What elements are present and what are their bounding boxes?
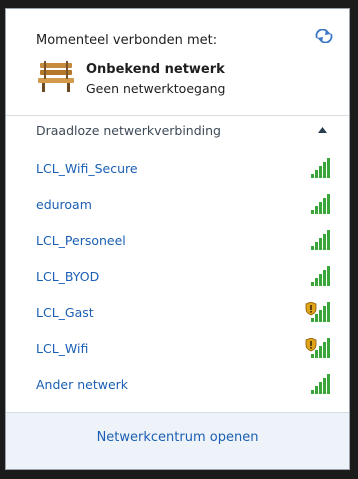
network-name: LCL_Personeel <box>36 233 126 248</box>
refresh-icon[interactable] <box>315 29 333 43</box>
current-network-name: Onbekend netwerk <box>86 62 225 77</box>
network-name: LCL_Gast <box>36 305 94 320</box>
wireless-section-title: Draadloze netwerkverbinding <box>36 123 221 138</box>
shield-warning-icon <box>305 302 317 316</box>
network-item[interactable]: LCL_Wifi_Secure <box>6 153 349 189</box>
network-name: Ander netwerk <box>36 377 129 392</box>
shield-warning-icon <box>305 338 317 352</box>
chevron-up-icon[interactable] <box>318 127 327 133</box>
signal-bars-icon <box>311 266 330 286</box>
current-network-status: Geen netwerktoegang <box>86 81 226 96</box>
open-network-center-link[interactable]: Netwerkcentrum openen <box>6 430 349 445</box>
signal-bars-icon <box>311 230 330 250</box>
network-name: LCL_Wifi <box>36 341 89 356</box>
network-name: eduroam <box>36 197 92 212</box>
network-item[interactable]: LCL_Wifi <box>6 333 349 369</box>
footer: Netwerkcentrum openen <box>6 412 349 469</box>
signal-bars-icon <box>311 194 330 214</box>
network-item[interactable]: eduroam <box>6 189 349 225</box>
signal-bars-icon <box>311 158 330 178</box>
network-item[interactable]: LCL_Gast <box>6 297 349 333</box>
signal-bars-icon <box>311 374 330 394</box>
network-item[interactable]: Ander netwerk <box>6 369 349 405</box>
signal-bars-icon <box>305 338 330 358</box>
current-connection: Momenteel verbonden met: Onbekend netwer… <box>6 9 349 116</box>
connected-label: Momenteel verbonden met: <box>36 33 218 48</box>
network-item[interactable]: LCL_BYOD <box>6 261 349 297</box>
window-frame: Momenteel verbonden met: Onbekend netwer… <box>0 0 358 479</box>
network-name: LCL_Wifi_Secure <box>36 161 138 176</box>
network-name: LCL_BYOD <box>36 269 100 284</box>
network-flyout: Momenteel verbonden met: Onbekend netwer… <box>5 8 350 470</box>
bench-icon <box>38 61 74 92</box>
signal-bars-icon <box>305 302 330 322</box>
network-item[interactable]: LCL_Personeel <box>6 225 349 261</box>
